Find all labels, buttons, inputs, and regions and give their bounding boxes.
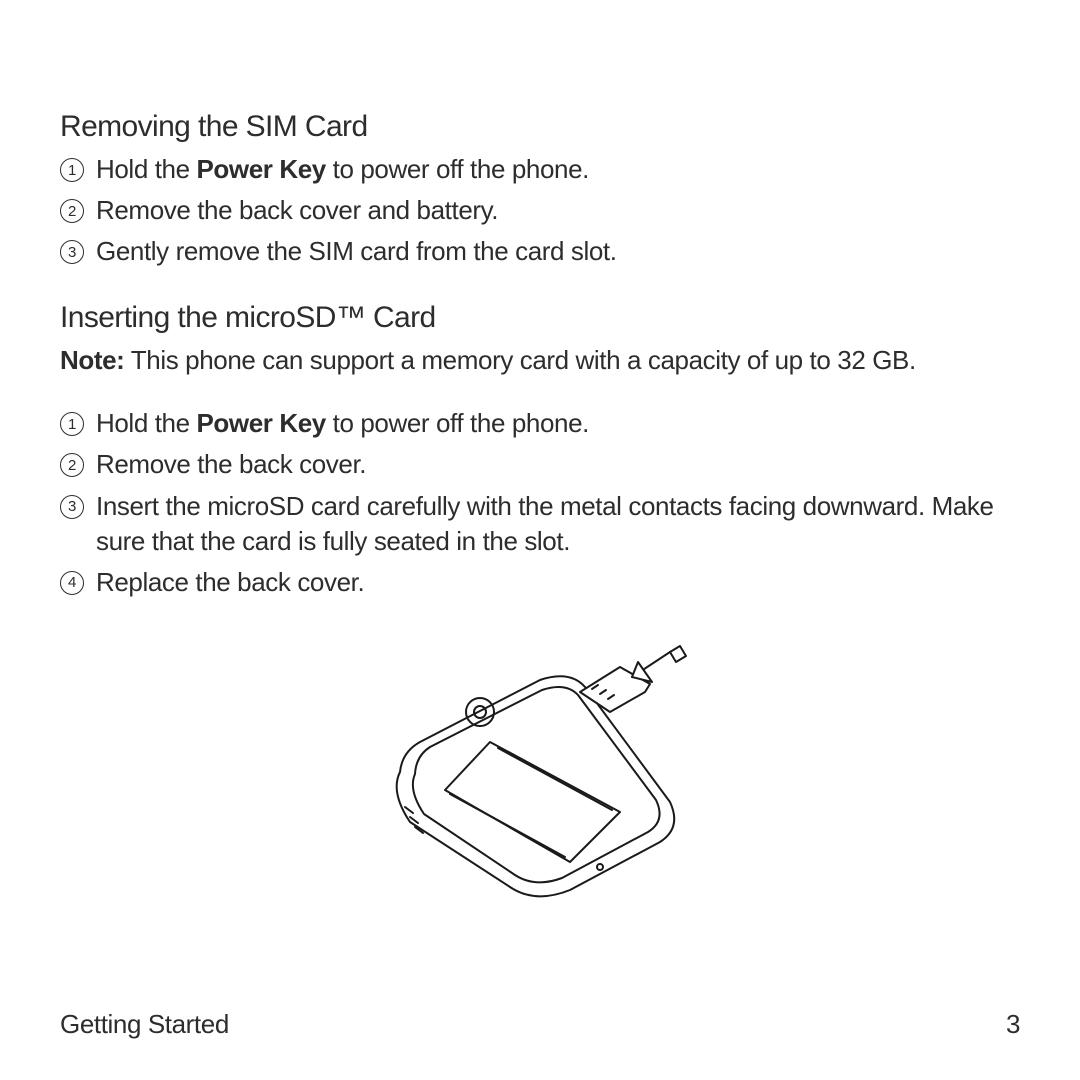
footer-section-name: Getting Started <box>60 1009 229 1040</box>
list-item: 4 Replace the back cover. <box>60 565 1020 600</box>
footer-page-number: 3 <box>1006 1009 1020 1040</box>
step-number-icon: 4 <box>60 571 84 595</box>
illustration-wrap <box>60 632 1020 912</box>
list-item: 3 Insert the microSD card carefully with… <box>60 489 1020 559</box>
step-number-icon: 3 <box>60 495 84 519</box>
step-number-icon: 2 <box>60 199 84 223</box>
step-text: Replace the back cover. <box>96 565 1020 600</box>
step-number-icon: 2 <box>60 453 84 477</box>
steps-inserting-microsd: 1 Hold the Power Key to power off the ph… <box>60 406 1020 599</box>
step-text: Remove the back cover. <box>96 447 1020 482</box>
page-footer: Getting Started 3 <box>60 1009 1020 1040</box>
step-text: Insert the microSD card carefully with t… <box>96 489 1020 559</box>
list-item: 1 Hold the Power Key to power off the ph… <box>60 406 1020 441</box>
note-label: Note: <box>60 345 124 375</box>
step-text: Gently remove the SIM card from the card… <box>96 234 1020 269</box>
step-text: Hold the Power Key to power off the phon… <box>96 152 1020 187</box>
steps-removing-sim: 1 Hold the Power Key to power off the ph… <box>60 152 1020 269</box>
step-text: Hold the Power Key to power off the phon… <box>96 406 1020 441</box>
list-item: 2 Remove the back cover and battery. <box>60 193 1020 228</box>
list-item: 1 Hold the Power Key to power off the ph… <box>60 152 1020 187</box>
heading-removing-sim: Removing the SIM Card <box>60 110 1020 144</box>
step-number-icon: 3 <box>60 240 84 264</box>
manual-page: Removing the SIM Card 1 Hold the Power K… <box>0 0 1080 1080</box>
list-item: 2 Remove the back cover. <box>60 447 1020 482</box>
list-item: 3 Gently remove the SIM card from the ca… <box>60 234 1020 269</box>
step-number-icon: 1 <box>60 412 84 436</box>
heading-inserting-microsd: Inserting the microSD™ Card <box>60 301 1020 335</box>
note-text: This phone can support a memory card wit… <box>124 345 915 375</box>
step-text: Remove the back cover and battery. <box>96 193 1020 228</box>
note-line: Note: This phone can support a memory ca… <box>60 343 1020 378</box>
step-number-icon: 1 <box>60 158 84 182</box>
phone-microsd-illustration-icon <box>370 632 710 912</box>
